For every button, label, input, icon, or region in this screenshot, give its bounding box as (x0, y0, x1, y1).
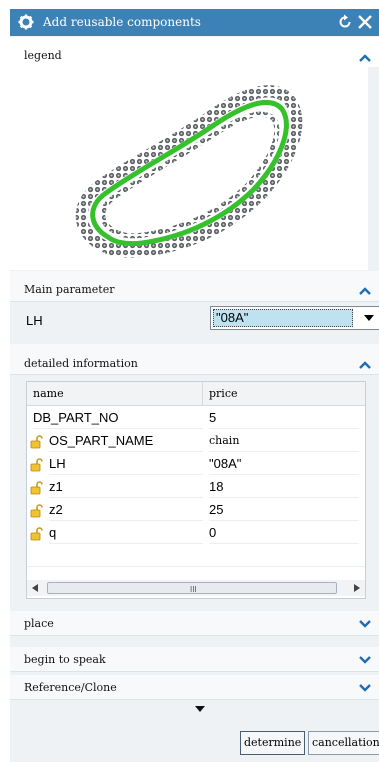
unlock-icon[interactable] (30, 481, 44, 495)
begin-to-speak-label: begin to speak (24, 653, 106, 666)
table-row-name[interactable]: z2 (49, 499, 203, 521)
horizontal-scrollbar[interactable]: III (27, 580, 365, 596)
chevron-down-icon[interactable] (358, 619, 372, 629)
scroll-thumb[interactable]: III (47, 582, 337, 594)
determine-button[interactable]: determine (240, 731, 306, 755)
chain-preview-image (75, 85, 303, 258)
chevron-down-icon[interactable] (358, 683, 372, 693)
unlock-icon[interactable] (30, 458, 44, 472)
chevron-down-icon[interactable] (358, 655, 372, 665)
table-row-name[interactable]: q (49, 522, 203, 544)
gear-icon[interactable] (18, 14, 34, 30)
chevron-up-icon[interactable] (358, 286, 372, 296)
table-row-value[interactable]: 18 (209, 476, 359, 498)
lh-field-label: LH (26, 313, 43, 328)
title-bar: Add reusable components (10, 9, 379, 36)
unlock-icon[interactable] (30, 435, 44, 449)
table-row-name[interactable]: LH (49, 453, 203, 475)
table-row-value[interactable]: 0 (209, 522, 359, 544)
chevron-down-icon[interactable] (364, 315, 374, 321)
lh-selected-value: "08A" (213, 309, 353, 327)
detailed-information-section-header[interactable]: detailed information (10, 344, 379, 375)
table-row-name[interactable]: z1 (49, 476, 203, 498)
legend-preview (10, 67, 368, 270)
window-title: Add reusable components (43, 15, 201, 29)
scroll-left-icon[interactable] (32, 584, 38, 592)
table-row-value[interactable]: 25 (209, 499, 359, 521)
column-header-name[interactable]: name (27, 382, 203, 406)
parameter-table: name price DB_PART_NO 5 OS_PART_NAME cha… (26, 381, 366, 599)
more-options-icon[interactable] (195, 706, 205, 712)
table-row-empty (27, 545, 365, 567)
unlock-icon[interactable] (30, 504, 44, 518)
table-row-value[interactable]: "08A" (209, 453, 359, 475)
scroll-right-icon[interactable] (354, 584, 360, 592)
close-icon[interactable] (356, 13, 374, 31)
reference-clone-label: Reference/Clone (24, 681, 117, 694)
lh-dropdown[interactable]: "08A" (210, 306, 379, 330)
main-parameter-section-header[interactable]: Main parameter (10, 271, 379, 302)
table-row-value[interactable]: chain (209, 430, 359, 452)
table-row-name[interactable]: OS_PART_NAME (49, 430, 203, 452)
unlock-icon[interactable] (30, 527, 44, 541)
legend-label: legend (24, 49, 62, 62)
column-header-price[interactable]: price (203, 382, 365, 406)
dialog-panel: Add reusable components legend Main para… (10, 9, 379, 762)
scroll-grip: III (190, 585, 197, 594)
detailed-information-label: detailed information (24, 357, 138, 370)
legend-section-header[interactable]: legend (10, 37, 379, 67)
main-parameter-label: Main parameter (24, 283, 115, 296)
table-row-name[interactable]: DB_PART_NO (33, 407, 203, 429)
place-section-header[interactable]: place (10, 611, 379, 636)
place-label: place (24, 617, 54, 630)
reset-icon[interactable] (336, 13, 354, 31)
cancellation-button[interactable]: cancellation (308, 731, 379, 755)
chevron-up-icon[interactable] (358, 53, 372, 63)
chevron-up-icon[interactable] (358, 360, 372, 370)
reference-clone-section-header[interactable]: Reference/Clone (10, 675, 379, 700)
begin-to-speak-section-header[interactable]: begin to speak (10, 647, 379, 672)
table-row-value[interactable]: 5 (209, 407, 359, 429)
